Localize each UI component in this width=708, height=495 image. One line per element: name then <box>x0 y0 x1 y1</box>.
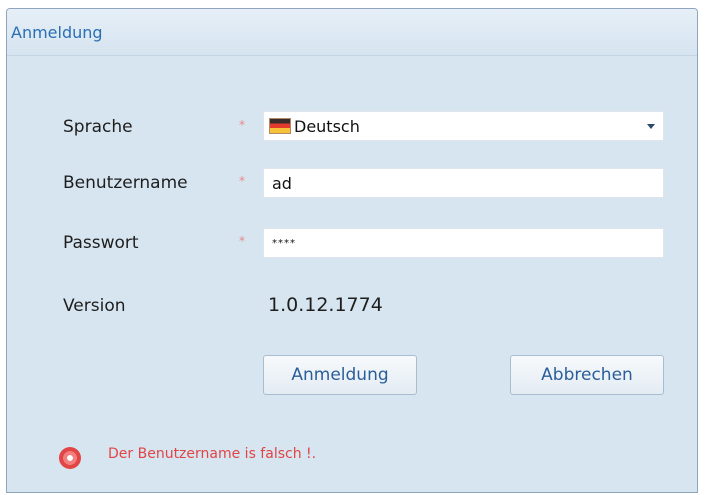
username-value: ad <box>272 174 292 193</box>
login-window: Anmeldung Sprache * Deutsch Benutzername… <box>6 8 698 493</box>
version-value: 1.0.12.1774 <box>268 294 383 316</box>
version-label: Version <box>63 296 126 316</box>
language-label: Sprache <box>63 117 133 137</box>
password-label: Passwort <box>63 233 139 253</box>
title-bar: Anmeldung <box>7 9 697 56</box>
login-form: Sprache * Deutsch Benutzername * ad Pass… <box>7 56 697 492</box>
username-input[interactable]: ad <box>263 168 664 198</box>
login-button[interactable]: Anmeldung <box>263 355 417 395</box>
window-title: Anmeldung <box>11 23 103 42</box>
error-message: Der Benutzername is falsch !. <box>108 446 317 462</box>
password-required-mark: * <box>239 234 245 248</box>
username-label: Benutzername <box>63 173 188 193</box>
german-flag-icon <box>269 118 291 134</box>
language-dropdown[interactable]: Deutsch <box>263 111 664 141</box>
language-required-mark: * <box>239 118 245 132</box>
language-selected-value: Deutsch <box>294 117 360 136</box>
chevron-down-icon[interactable] <box>647 124 655 129</box>
username-required-mark: * <box>239 174 245 188</box>
error-icon <box>59 447 81 469</box>
password-input[interactable]: **** <box>263 228 664 258</box>
password-masked-value: **** <box>272 238 296 249</box>
cancel-button[interactable]: Abbrechen <box>510 355 664 395</box>
